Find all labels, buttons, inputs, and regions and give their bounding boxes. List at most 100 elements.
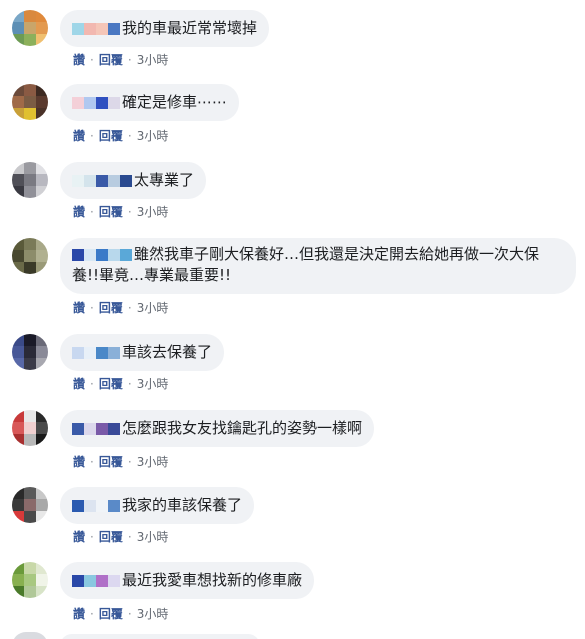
avatar-partial bbox=[12, 632, 48, 639]
avatar[interactable] bbox=[12, 487, 48, 523]
avatar-pixel bbox=[36, 96, 48, 108]
avatar-pixel bbox=[12, 487, 24, 499]
avatar-pixel bbox=[36, 84, 48, 96]
avatar-pixel bbox=[12, 511, 24, 523]
comment-timestamp[interactable]: 3小時 bbox=[137, 455, 169, 469]
name-blur-block bbox=[96, 96, 108, 109]
separator-dot: · bbox=[90, 129, 94, 143]
avatar-pixel bbox=[36, 262, 48, 274]
comment-timestamp[interactable]: 3小時 bbox=[137, 129, 169, 143]
comment-actions: 讚 · 回覆 · 3小時 bbox=[73, 204, 168, 220]
avatar[interactable] bbox=[12, 410, 48, 446]
like-link[interactable]: 讚 bbox=[73, 607, 85, 621]
comment-timestamp[interactable]: 3小時 bbox=[137, 377, 169, 391]
comment-bubble: 我家的車該保養了 bbox=[60, 487, 255, 524]
reply-link[interactable]: 回覆 bbox=[99, 53, 123, 67]
avatar[interactable] bbox=[12, 562, 48, 598]
avatar-pixel bbox=[36, 574, 48, 586]
like-link[interactable]: 讚 bbox=[73, 205, 85, 219]
avatar-pixel bbox=[36, 487, 48, 499]
avatar-pixel bbox=[24, 346, 36, 358]
name-blur-block bbox=[84, 174, 96, 187]
comment-timestamp[interactable]: 3小時 bbox=[137, 530, 169, 544]
separator-dot: · bbox=[127, 205, 132, 219]
avatar-pixel bbox=[24, 262, 36, 274]
separator-dot: · bbox=[127, 455, 132, 469]
avatar-pixel bbox=[24, 574, 36, 586]
name-blur-block bbox=[120, 174, 132, 187]
comment-thread: 我的車最近常常壞掉 讚 · 回覆 · 3小時 確定是修車⋯⋯ 讚 · 回覆 · 3小時 太專業了… bbox=[0, 0, 585, 639]
avatar-pixel bbox=[12, 10, 24, 22]
separator-dot: · bbox=[127, 607, 132, 621]
like-link[interactable]: 讚 bbox=[73, 129, 85, 143]
reply-link[interactable]: 回覆 bbox=[99, 455, 123, 469]
comment-actions: 讚 · 回覆 · 3小時 bbox=[73, 606, 168, 622]
reply-link[interactable]: 回覆 bbox=[99, 129, 123, 143]
comment-text: 確定是修車⋯⋯ bbox=[122, 93, 228, 111]
avatar-pixel bbox=[36, 174, 48, 186]
comment-timestamp[interactable]: 3小時 bbox=[137, 53, 169, 67]
avatar-pixel bbox=[24, 422, 36, 434]
avatar[interactable] bbox=[12, 84, 48, 120]
comment-actions: 讚 · 回覆 · 3小時 bbox=[73, 128, 168, 144]
reply-link[interactable]: 回覆 bbox=[99, 607, 123, 621]
like-link[interactable]: 讚 bbox=[73, 530, 85, 544]
comment-text: 最近我愛車想找新的修車廠 bbox=[122, 571, 303, 589]
comment-timestamp[interactable]: 3小時 bbox=[137, 301, 169, 315]
name-blur-block bbox=[72, 346, 84, 359]
author-name-redacted[interactable] bbox=[72, 96, 120, 110]
comment-timestamp[interactable]: 3小時 bbox=[137, 205, 169, 219]
avatar-pixel bbox=[12, 499, 24, 511]
reply-link[interactable]: 回覆 bbox=[99, 530, 123, 544]
comment-text: 雖然我車子剛大保養好…但我還是決定開去給她再做一次大保養!!畢竟…專業最重要!! bbox=[72, 245, 540, 284]
separator-dot: · bbox=[127, 377, 132, 391]
author-name-redacted[interactable] bbox=[72, 574, 120, 588]
author-name-redacted[interactable] bbox=[72, 346, 120, 360]
avatar[interactable] bbox=[12, 162, 48, 198]
avatar-pixel bbox=[24, 487, 36, 499]
reply-link[interactable]: 回覆 bbox=[99, 301, 123, 315]
avatar-pixel bbox=[36, 358, 48, 370]
name-blur-block bbox=[84, 22, 96, 35]
separator-dot: · bbox=[90, 530, 94, 544]
name-blur-block bbox=[120, 248, 132, 261]
comment-bubble: 車該去保養了 bbox=[60, 334, 225, 371]
avatar-pixel bbox=[36, 434, 48, 446]
reply-link[interactable]: 回覆 bbox=[99, 377, 123, 391]
name-blur-block bbox=[72, 248, 84, 261]
like-link[interactable]: 讚 bbox=[73, 377, 85, 391]
avatar-pixel bbox=[12, 238, 24, 250]
like-link[interactable]: 讚 bbox=[73, 53, 85, 67]
avatar-pixel bbox=[24, 238, 36, 250]
avatar-pixel bbox=[24, 250, 36, 262]
author-name-redacted[interactable] bbox=[72, 499, 120, 513]
avatar-pixel bbox=[12, 434, 24, 446]
name-blur-block bbox=[96, 574, 108, 587]
avatar[interactable] bbox=[12, 10, 48, 46]
name-blur-block bbox=[72, 499, 84, 512]
author-name-redacted[interactable] bbox=[72, 22, 120, 36]
author-name-redacted[interactable] bbox=[72, 174, 132, 188]
name-blur-block bbox=[108, 422, 120, 435]
avatar-pixel bbox=[24, 34, 36, 46]
comment-actions: 讚 · 回覆 · 3小時 bbox=[73, 454, 168, 470]
like-link[interactable]: 讚 bbox=[73, 301, 85, 315]
separator-dot: · bbox=[90, 53, 94, 67]
author-name-redacted[interactable] bbox=[72, 248, 132, 262]
name-blur-block bbox=[72, 96, 84, 109]
avatar-pixel bbox=[36, 422, 48, 434]
avatar[interactable] bbox=[12, 334, 48, 370]
avatar[interactable] bbox=[12, 238, 48, 274]
avatar-pixel bbox=[24, 108, 36, 120]
comment-timestamp[interactable]: 3小時 bbox=[137, 607, 169, 621]
separator-dot: · bbox=[127, 530, 132, 544]
separator-dot: · bbox=[90, 607, 94, 621]
avatar-pixel bbox=[36, 238, 48, 250]
avatar-pixel bbox=[36, 162, 48, 174]
author-name-redacted[interactable] bbox=[72, 422, 120, 436]
avatar-pixel bbox=[12, 586, 24, 598]
like-link[interactable]: 讚 bbox=[73, 455, 85, 469]
reply-link[interactable]: 回覆 bbox=[99, 205, 123, 219]
separator-dot: · bbox=[90, 455, 94, 469]
separator-dot: · bbox=[90, 205, 94, 219]
